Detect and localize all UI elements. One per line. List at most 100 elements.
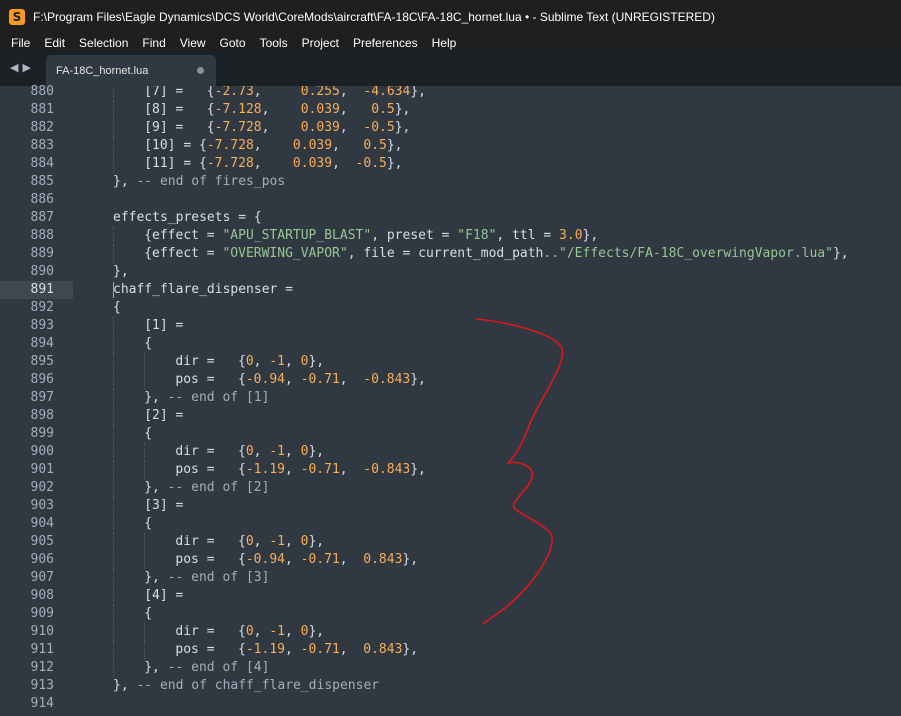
- indent-guide: [113, 587, 114, 605]
- code-token: 0.039: [300, 102, 340, 117]
- line-number: 903: [30, 498, 54, 513]
- code-token: 0.843: [363, 642, 403, 657]
- menu-file[interactable]: File: [4, 36, 37, 50]
- indent-guide: [113, 101, 114, 119]
- tab-bar: ◀ ▶ FA-18C_hornet.lua: [0, 52, 901, 86]
- menu-goto[interactable]: Goto: [213, 36, 253, 50]
- code-line[interactable]: {: [144, 425, 152, 443]
- tab-fa18c-hornet-lua[interactable]: FA-18C_hornet.lua: [46, 55, 216, 86]
- menu-tools[interactable]: Tools: [253, 36, 295, 50]
- code-token: -7.128: [214, 102, 262, 117]
- code-line[interactable]: dir = {0, -1, 0},: [175, 443, 324, 461]
- code-token: [9] = {: [144, 120, 215, 135]
- code-token: },: [394, 102, 411, 117]
- code-line[interactable]: {: [144, 605, 152, 623]
- indent-guide: [144, 443, 146, 461]
- menu-project[interactable]: Project: [295, 36, 346, 50]
- code-line[interactable]: [3] =: [144, 497, 191, 515]
- code-line[interactable]: }, -- end of chaff_flare_dispenser: [113, 677, 379, 695]
- code-token: },: [410, 86, 426, 99]
- menu-preferences[interactable]: Preferences: [346, 36, 425, 50]
- code-token: -- end of chaff_flare_dispenser: [136, 678, 380, 693]
- code-line[interactable]: [8] = {-7.128, 0.039, 0.5},: [144, 101, 410, 119]
- unsaved-dot-icon[interactable]: [197, 67, 204, 74]
- sublime-text-icon[interactable]: S: [9, 8, 25, 25]
- line-number: 897: [30, 390, 54, 405]
- menu-bar: File Edit Selection Find View Goto Tools Projec…: [0, 33, 901, 52]
- menu-help[interactable]: Help: [425, 36, 464, 50]
- code-token: ,: [339, 642, 364, 657]
- line-number: 912: [30, 660, 54, 675]
- indent-guide: [113, 515, 114, 533]
- line-number: 900: [30, 444, 54, 459]
- code-line[interactable]: dir = {0, -1, 0},: [175, 533, 324, 551]
- code-line[interactable]: [2] =: [144, 407, 191, 425]
- code-line[interactable]: pos = {-0.94, -0.71, 0.843},: [175, 551, 418, 569]
- menu-find[interactable]: Find: [135, 36, 172, 50]
- code-token: ,: [284, 444, 301, 459]
- code-line[interactable]: [1] =: [144, 317, 191, 335]
- code-line[interactable]: }, -- end of [4]: [144, 659, 269, 677]
- code-token: ,: [284, 462, 301, 477]
- code-line[interactable]: [11] = {-7.728, 0.039, -0.5},: [144, 155, 402, 173]
- code-token: ,: [253, 86, 301, 99]
- code-line[interactable]: }, -- end of fires_pos: [113, 173, 285, 191]
- text-cursor: [113, 282, 114, 298]
- code-token: {: [144, 606, 153, 621]
- code-line[interactable]: }, -- end of [3]: [144, 569, 269, 587]
- line-number: 893: [30, 318, 54, 333]
- tab-forward-arrow-icon[interactable]: ▶: [22, 61, 30, 74]
- code-line[interactable]: },: [113, 263, 129, 281]
- indent-guide: [113, 443, 114, 461]
- code-token: [1] =: [144, 318, 192, 333]
- menu-selection[interactable]: Selection: [72, 36, 135, 50]
- code-line[interactable]: {effect = "OVERWING_VAPOR", file = curre…: [144, 245, 848, 263]
- menu-view[interactable]: View: [173, 36, 213, 50]
- code-line[interactable]: effects_presets = {: [113, 209, 262, 227]
- code-token: -4.634: [363, 86, 411, 99]
- code-line[interactable]: dir = {0, -1, 0},: [175, 623, 324, 641]
- code-line[interactable]: {effect = "APU_STARTUP_BLAST", preset = …: [144, 227, 598, 245]
- code-token: [7] = {: [144, 86, 215, 99]
- code-token: ,: [339, 552, 364, 567]
- line-number: 905: [30, 534, 54, 549]
- code-line[interactable]: pos = {-0.94, -0.71, -0.843},: [175, 371, 426, 389]
- code-token: dir = {: [175, 444, 246, 459]
- code-token: {effect =: [144, 228, 223, 243]
- code-token: },: [144, 390, 168, 405]
- code-token: 0.039: [300, 120, 340, 135]
- code-token: },: [144, 480, 168, 495]
- code-line[interactable]: chaff_flare_dispenser =: [113, 281, 301, 299]
- code-line[interactable]: [7] = {-2.73, 0.255, -4.634},: [144, 86, 426, 101]
- code-token: pos = {: [175, 462, 246, 477]
- code-token: ,: [261, 102, 301, 117]
- code-line[interactable]: pos = {-1.19, -0.71, 0.843},: [175, 641, 418, 659]
- code-line[interactable]: [4] =: [144, 587, 191, 605]
- tab-back-arrow-icon[interactable]: ◀: [10, 61, 18, 74]
- code-token: -0.5: [363, 120, 395, 135]
- code-token: -0.843: [363, 372, 411, 387]
- code-token: dir = {: [175, 624, 246, 639]
- code-line[interactable]: [10] = {-7.728, 0.039, 0.5},: [144, 137, 402, 155]
- code-token: 0.255: [300, 86, 340, 99]
- code-token: ,: [339, 102, 372, 117]
- code-line[interactable]: {: [113, 299, 121, 317]
- menu-edit[interactable]: Edit: [37, 36, 72, 50]
- code-line[interactable]: [9] = {-7.728, 0.039, -0.5},: [144, 119, 410, 137]
- code-line[interactable]: pos = {-1.19, -0.71, -0.843},: [175, 461, 426, 479]
- code-token: },: [113, 264, 129, 279]
- code-line[interactable]: dir = {0, -1, 0},: [175, 353, 324, 371]
- code-area[interactable]: [7] = {-2.73, 0.255, -4.634}, [8] = {-7.1…: [80, 86, 901, 716]
- code-token: ,: [332, 156, 356, 171]
- code-line[interactable]: }, -- end of [1]: [144, 389, 269, 407]
- code-token: ,: [284, 534, 301, 549]
- code-token: 0.5: [363, 138, 387, 153]
- code-line[interactable]: {: [144, 335, 152, 353]
- code-line[interactable]: }, -- end of [2]: [144, 479, 269, 497]
- code-line[interactable]: {: [144, 515, 152, 533]
- indent-guide: [113, 479, 114, 497]
- editor-pane[interactable]: 880 881 882 883 884 885 886 887 888 889 890 891 892 8…: [0, 84, 901, 716]
- code-token: ,: [284, 642, 301, 657]
- line-number: 899: [30, 426, 54, 441]
- code-token: {: [144, 426, 153, 441]
